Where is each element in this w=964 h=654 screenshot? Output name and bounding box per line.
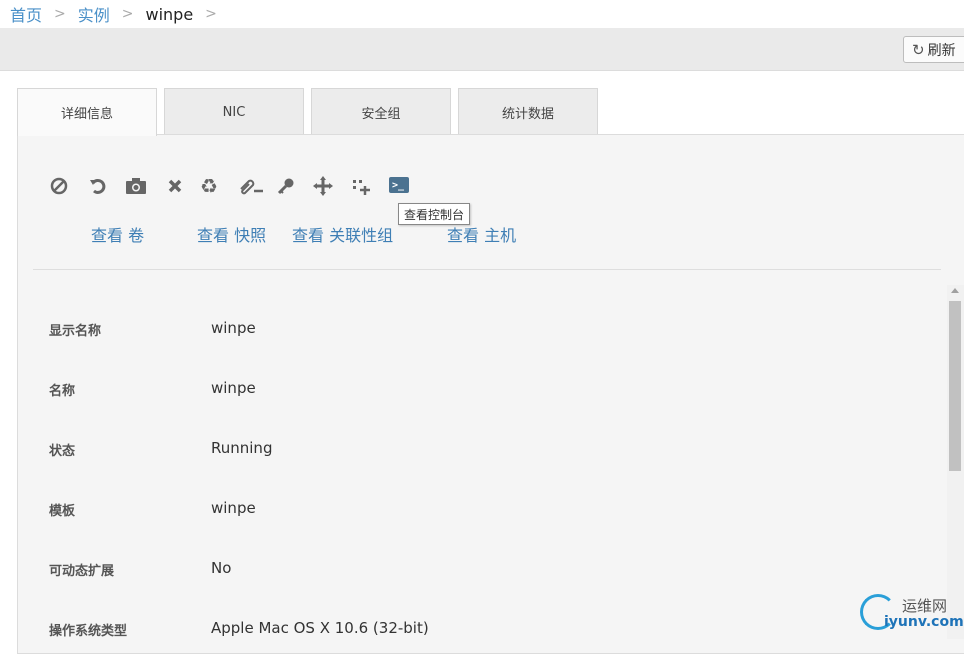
scale-icon[interactable] (350, 175, 372, 197)
field-label-template: 模板 (49, 504, 76, 519)
field-label-name: 名称 (49, 384, 76, 399)
field-value-os-type: Apple Mac OS X 10.6 (32-bit) (211, 619, 429, 637)
console-glyph: >_ (392, 179, 405, 191)
field-label-display-name: 显示名称 (49, 324, 102, 339)
scrollbar[interactable] (947, 285, 964, 639)
field-value-state: Running (211, 439, 273, 457)
tab-security-groups[interactable]: 安全组 (311, 88, 451, 135)
refresh-icon: ↻ (912, 40, 925, 59)
console-tooltip: 查看控制台 (398, 203, 471, 225)
tab-label: 安全组 (361, 106, 401, 122)
refresh-label: 刷新 (927, 42, 956, 59)
scroll-thumb[interactable] (949, 301, 961, 471)
toolbar: ↻ 刷新 (0, 28, 964, 71)
breadcrumb-instances[interactable]: 实例 (78, 2, 110, 26)
breadcrumb-separator: > (121, 6, 134, 22)
tab-statistics[interactable]: 统计数据 (458, 88, 598, 135)
watermark: 运维网 iyunv.com (860, 592, 964, 636)
key-icon[interactable] (275, 175, 297, 197)
tab-label: 详细信息 (60, 107, 113, 122)
tab-details[interactable]: 详细信息 (17, 88, 157, 136)
view-affinity-groups-link[interactable]: 查看 关联性组 (292, 222, 393, 246)
field-value-template: winpe (211, 499, 256, 517)
snapshot-icon[interactable] (124, 175, 148, 197)
console-icon[interactable]: >_ (389, 177, 409, 193)
destroy-icon[interactable] (164, 175, 186, 197)
divider (33, 269, 941, 270)
tab-nic[interactable]: NIC (164, 88, 304, 135)
refresh-button[interactable]: ↻ 刷新 (903, 36, 964, 63)
tab-label: NIC (222, 104, 246, 120)
view-snapshots-link[interactable]: 查看 快照 (197, 222, 266, 246)
breadcrumb-home[interactable]: 首页 (10, 2, 42, 26)
reboot-icon[interactable] (87, 175, 109, 197)
attach-iso-icon[interactable] (238, 175, 264, 197)
scroll-up-arrow[interactable] (951, 288, 959, 293)
breadcrumb-separator: > (205, 6, 217, 22)
breadcrumb-separator: > (54, 6, 66, 22)
details-panel: ♻ >_ 查看 卷 查看 快照 查看 关联性组 查看 主机 显示名称 winpe… (17, 134, 964, 654)
field-value-name: winpe (211, 379, 256, 397)
view-host-link[interactable]: 查看 主机 (447, 222, 516, 246)
recycle-icon[interactable]: ♻ (197, 174, 221, 198)
tab-label: 统计数据 (501, 106, 554, 122)
field-label-os-type: 操作系统类型 (49, 624, 128, 639)
view-volumes-link[interactable]: 查看 卷 (91, 222, 144, 246)
migrate-icon[interactable] (312, 175, 334, 197)
watermark-cn: 运维网 (902, 597, 948, 615)
field-label-state: 状态 (49, 444, 76, 459)
field-value-dynamic-scaling: No (211, 559, 232, 577)
breadcrumb-current: winpe (145, 4, 194, 24)
watermark-en: iyunv.com (884, 614, 964, 630)
stop-icon[interactable] (48, 175, 70, 197)
field-value-display-name: winpe (211, 319, 256, 337)
field-label-dynamic-scaling: 可动态扩展 (49, 564, 115, 579)
breadcrumb: 首页 > 实例 > winpe > (10, 2, 229, 26)
